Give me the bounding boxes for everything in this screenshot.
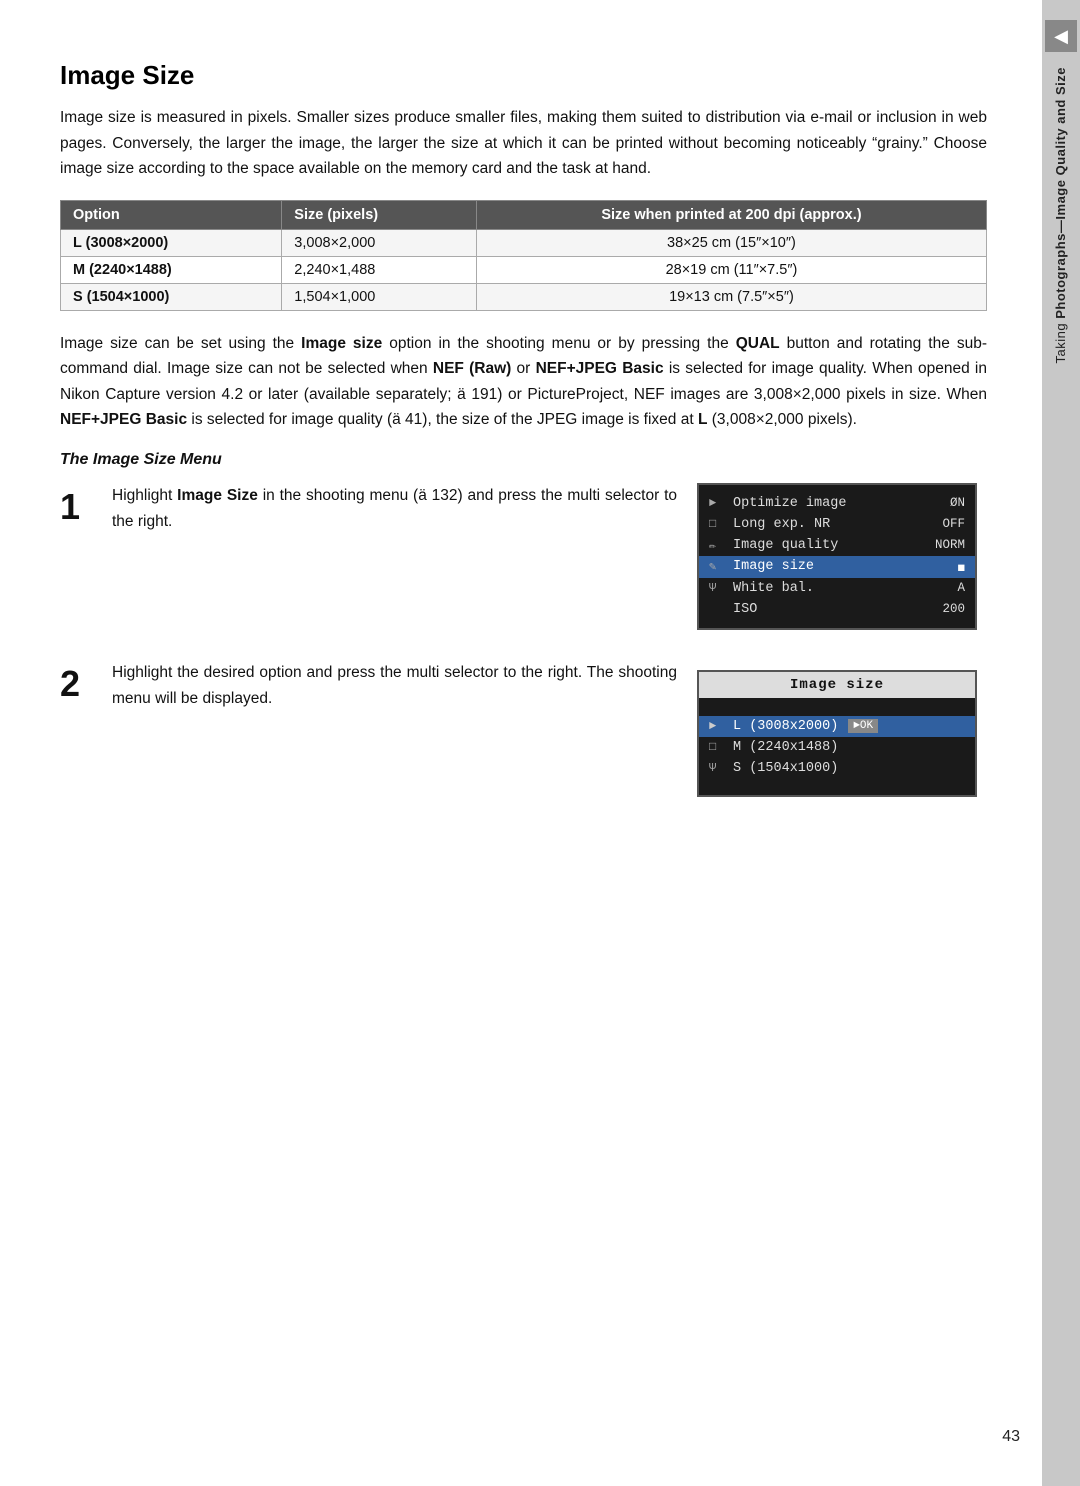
main-content: Image Size Image size is measured in pix…	[0, 0, 1042, 1486]
table-cell-print-0: 38×25 cm (15″×10″)	[476, 229, 986, 256]
menu-value-iso: 200	[942, 602, 965, 616]
menu-label-optimize: Optimize image	[733, 496, 944, 511]
table-cell-pixels-2: 1,504×1,000	[282, 283, 477, 310]
menu2-label-s: S (1504x1000)	[733, 761, 838, 776]
menu-label-wb: White bal.	[733, 581, 951, 596]
body-paragraph-2: Image size can be set using the Image si…	[60, 331, 987, 433]
menu2-icon-l: ►	[709, 719, 727, 733]
menu-row-wb: Ψ White bal. A	[699, 578, 975, 599]
table-cell-print-1: 28×19 cm (11″×7.5″)	[476, 256, 986, 283]
step-2-image: Image size ► L (3008x2000) ►OK □ M (2240…	[697, 660, 987, 797]
menu-row-iso: ISO 200	[699, 599, 975, 620]
side-tab-arrow-icon: ◀	[1045, 20, 1077, 52]
page-number: 43	[1002, 1428, 1020, 1446]
step-2-number: 2	[60, 662, 92, 705]
menu-icon-size: ✎	[709, 559, 727, 574]
table-cell-print-2: 19×13 cm (7.5″×5″)	[476, 283, 986, 310]
step-2-section: 2 Highlight the desired option and press…	[60, 660, 987, 797]
step-1-image: ► Optimize image ØN □ Long exp. NR OFF ✏…	[697, 483, 987, 630]
menu2-label-l: L (3008x2000)	[733, 719, 838, 734]
menu2-row-l: ► L (3008x2000) ►OK	[699, 716, 975, 737]
menu2-label-m: M (2240x1488)	[733, 740, 838, 755]
menu-label-longexp: Long exp. NR	[733, 517, 936, 532]
menu-value-wb: A	[957, 581, 965, 595]
camera-menu-2: Image size ► L (3008x2000) ►OK □ M (2240…	[697, 670, 977, 797]
step-1-section: 1 Highlight Image Size in the shooting m…	[60, 483, 987, 630]
menu-value-size: ◼	[957, 559, 965, 575]
menu-label-size: Image size	[733, 559, 951, 574]
table-header-option: Option	[61, 200, 282, 229]
side-tab-text: Taking Photographs—Image Quality and Siz…	[1053, 67, 1070, 363]
menu2-row-m: □ M (2240x1488)	[699, 737, 975, 758]
table-header-print: Size when printed at 200 dpi (approx.)	[476, 200, 986, 229]
table-header-size: Size (pixels)	[282, 200, 477, 229]
menu-icon-wb: Ψ	[709, 581, 727, 595]
camera-menu-1: ► Optimize image ØN □ Long exp. NR OFF ✏…	[697, 483, 977, 630]
menu-row-quality: ✏ Image quality NORM	[699, 535, 975, 556]
table-cell-option-2: S (1504×1000)	[61, 283, 282, 310]
table-cell-pixels-1: 2,240×1,488	[282, 256, 477, 283]
menu-label-iso: ISO	[733, 602, 936, 617]
menu-value-quality: NORM	[935, 538, 965, 552]
menu-value-longexp: OFF	[942, 517, 965, 531]
section-title: Image Size	[60, 60, 987, 91]
menu-row-optimize: ► Optimize image ØN	[699, 493, 975, 514]
table-cell-pixels-0: 3,008×2,000	[282, 229, 477, 256]
size-table: Option Size (pixels) Size when printed a…	[60, 200, 987, 311]
step-1-number: 1	[60, 485, 92, 528]
menu2-title: Image size	[699, 672, 975, 698]
step-2-text: Highlight the desired option and press t…	[112, 660, 677, 711]
menu2-body: ► L (3008x2000) ►OK □ M (2240x1488) Ψ S …	[699, 698, 975, 795]
menu2-icon-m: □	[709, 740, 727, 754]
table-cell-option-0: L (3008×2000)	[61, 229, 282, 256]
menu2-icon-s: Ψ	[709, 761, 727, 775]
menu2-row-s: Ψ S (1504x1000)	[699, 758, 975, 779]
step-1-text: Highlight Image Size in the shooting men…	[112, 483, 677, 534]
menu-icon-longexp: □	[709, 517, 727, 531]
menu-label-quality: Image quality	[733, 538, 929, 553]
menu-icon-optimize: ►	[709, 496, 727, 510]
intro-paragraph: Image size is measured in pixels. Smalle…	[60, 105, 987, 182]
menu2-ok-badge: ►OK	[848, 719, 878, 733]
menu-value-optimize: ØN	[950, 496, 965, 510]
menu-row-longexp: □ Long exp. NR OFF	[699, 514, 975, 535]
table-cell-option-1: M (2240×1488)	[61, 256, 282, 283]
sub-heading: The Image Size Menu	[60, 451, 987, 469]
side-tab: ◀ Taking Photographs—Image Quality and S…	[1042, 0, 1080, 1486]
menu-icon-quality: ✏	[709, 538, 727, 553]
menu-row-size: ✎ Image size ◼	[699, 556, 975, 578]
page-container: Image Size Image size is measured in pix…	[0, 0, 1080, 1486]
